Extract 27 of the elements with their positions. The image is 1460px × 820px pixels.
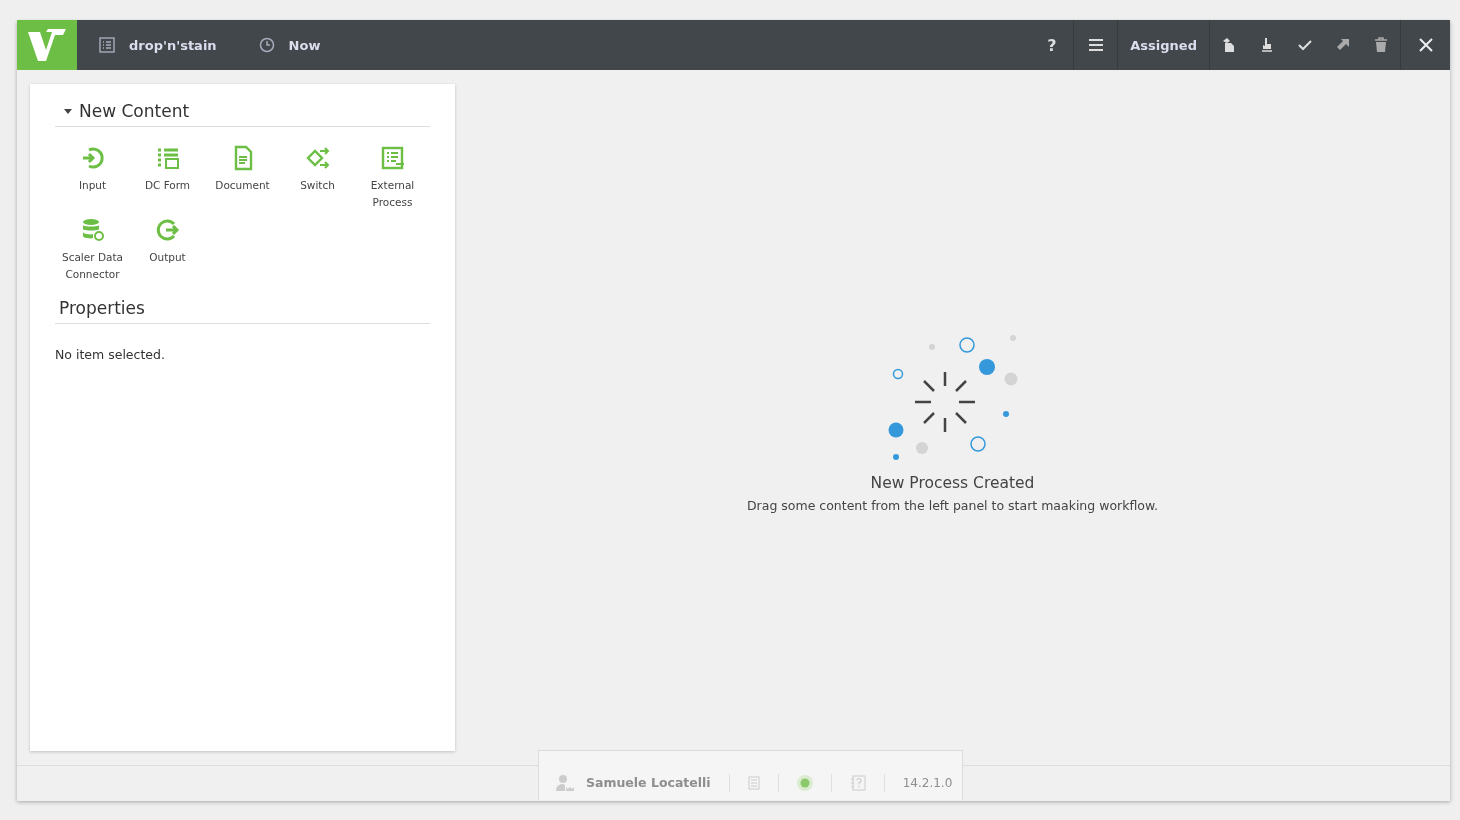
content-item[interactable]: Input	[55, 145, 130, 213]
list-icon	[99, 37, 115, 53]
properties-heading: Properties	[58, 298, 145, 320]
version-label: 14.2.1.0	[902, 775, 953, 790]
content-item[interactable]: Switch	[280, 145, 355, 213]
content-item[interactable]: Output	[130, 217, 205, 285]
canvas-title: New Process Created	[870, 474, 1035, 492]
content-item[interactable]: DC Form	[130, 145, 205, 213]
content-item[interactable]: Document	[205, 145, 280, 213]
content-icon	[304, 145, 331, 171]
process-name-button[interactable]: drop'n'stain	[77, 20, 237, 70]
caret-icon	[63, 107, 73, 115]
help-button[interactable]: ?	[1030, 20, 1075, 70]
time-button[interactable]: Now	[236, 20, 341, 70]
new-content-toggle[interactable]: New Content	[55, 101, 190, 126]
properties-message: No item selected.	[55, 347, 166, 362]
assigned-button[interactable]: Assigned	[1118, 20, 1210, 70]
canvas-message: Drag some content from the left panel to start maaking workflow.	[746, 498, 1159, 513]
content-item[interactable]: External Process	[355, 145, 430, 213]
clock-icon	[258, 37, 275, 53]
user-name: Samuele Locatelli	[586, 775, 711, 790]
content-icon	[379, 145, 406, 171]
user-icon	[556, 773, 574, 792]
content-item[interactable]: Scaler Data Connector	[55, 217, 130, 285]
logo-icon	[17, 20, 77, 70]
content-icon	[154, 217, 181, 243]
status-dot-icon	[796, 774, 813, 791]
